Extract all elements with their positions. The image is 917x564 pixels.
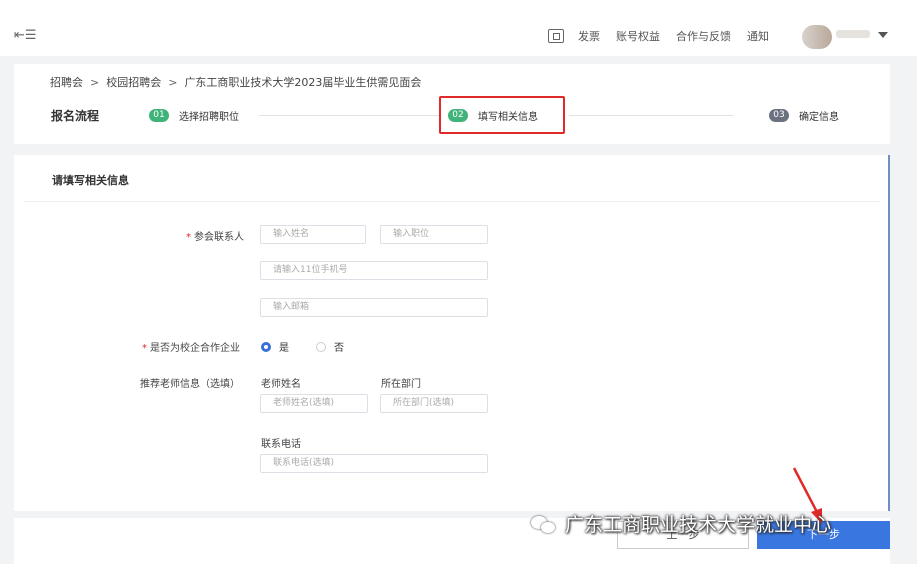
teacher-name-label: 老师姓名 <box>261 379 301 390</box>
account-rights-link[interactable]: 账号权益 <box>616 28 660 44</box>
steps-title: 报名流程 <box>51 109 100 123</box>
cooperation-feedback-link[interactable]: 合作与反馈 <box>676 28 731 44</box>
radio-no-label: 否 <box>334 343 344 354</box>
steps-card: 招聘会 > 校园招聘会 > 广东工商职业技术大学2023届毕业生供需见面会 报名流程 0… <box>14 64 890 144</box>
contact-label: * 参会联系人 <box>186 228 244 243</box>
radio-yes-label: 是 <box>279 343 289 354</box>
teacher-name-input[interactable]: 老师姓名(选填) <box>260 394 368 413</box>
step-connector <box>569 115 734 116</box>
teacher-dept-input[interactable]: 所在部门(选填) <box>380 394 488 413</box>
breadcrumb-separator: > <box>168 76 178 89</box>
teacher-phone-label: 联系电话 <box>261 439 301 450</box>
radio-unchecked-icon[interactable] <box>316 341 326 352</box>
teacher-dept-label: 所在部门 <box>381 379 421 390</box>
top-bar: ⇤☰ 发票 账号权益 合作与反馈 通知 <box>0 0 917 56</box>
username-blurred[interactable] <box>836 30 870 38</box>
watermark-text: 广东工商职业技术大学就业中心 <box>565 514 832 536</box>
watermark: 广东工商职业技术大学就业中心 <box>531 510 831 537</box>
breadcrumb-separator: > <box>90 76 100 89</box>
step-3: 03 确定信息 <box>769 108 839 123</box>
step-1-label: 选择招聘职位 <box>179 112 239 123</box>
breadcrumb-item-campus-fair[interactable]: 校园招聘会 <box>106 76 161 89</box>
breadcrumb-item-current: 广东工商职业技术大学2023届毕业生供需见面会 <box>184 76 422 89</box>
breadcrumb-item-job-fair[interactable]: 招聘会 <box>50 76 83 89</box>
chevron-down-icon[interactable] <box>878 32 888 38</box>
invoice-link[interactable]: 发票 <box>578 28 600 44</box>
top-actions: 发票 账号权益 合作与反馈 通知 <box>548 28 785 44</box>
contact-phone-input[interactable]: 请输入11位手机号 <box>260 261 488 280</box>
avatar[interactable] <box>802 25 832 49</box>
contact-name-input[interactable]: 输入姓名 <box>260 225 366 244</box>
contact-label-text: 参会联系人 <box>194 232 244 243</box>
step-3-number: 03 <box>769 109 789 122</box>
step-1-number: 01 <box>149 109 169 122</box>
step-highlight-box <box>439 96 565 134</box>
step-connector <box>259 115 439 116</box>
form-divider <box>24 201 880 202</box>
step-3-label: 确定信息 <box>799 112 839 123</box>
step-1: 01 选择招聘职位 <box>149 108 239 123</box>
cooperation-label-text: 是否为校企合作企业 <box>150 343 240 354</box>
required-mark: * <box>142 343 147 354</box>
contact-position-input[interactable]: 输入职位 <box>380 225 488 244</box>
radio-checked-icon[interactable] <box>261 341 271 352</box>
form-title: 请填写相关信息 <box>52 174 129 187</box>
cooperation-label: * 是否为校企合作企业 <box>142 339 240 354</box>
menu-fold-icon[interactable]: ⇤☰ <box>14 28 37 43</box>
cooperation-radio-yes[interactable]: 是 <box>261 339 289 354</box>
notification-link[interactable]: 通知 <box>747 28 769 44</box>
contact-email-input[interactable]: 输入邮箱 <box>260 298 488 317</box>
breadcrumb: 招聘会 > 校园招聘会 > 广东工商职业技术大学2023届毕业生供需见面会 <box>50 74 421 90</box>
scan-icon[interactable] <box>548 29 564 43</box>
wechat-icon <box>531 514 557 534</box>
cooperation-radio-no[interactable]: 否 <box>316 339 344 354</box>
teacher-label: 推荐老师信息（选填） <box>140 379 240 390</box>
form-card: 请填写相关信息 * 参会联系人 输入姓名 输入职位 请输入11位手机号 输入邮箱 … <box>14 155 890 511</box>
required-mark: * <box>186 232 191 243</box>
teacher-phone-input[interactable]: 联系电话(选填) <box>260 454 488 473</box>
